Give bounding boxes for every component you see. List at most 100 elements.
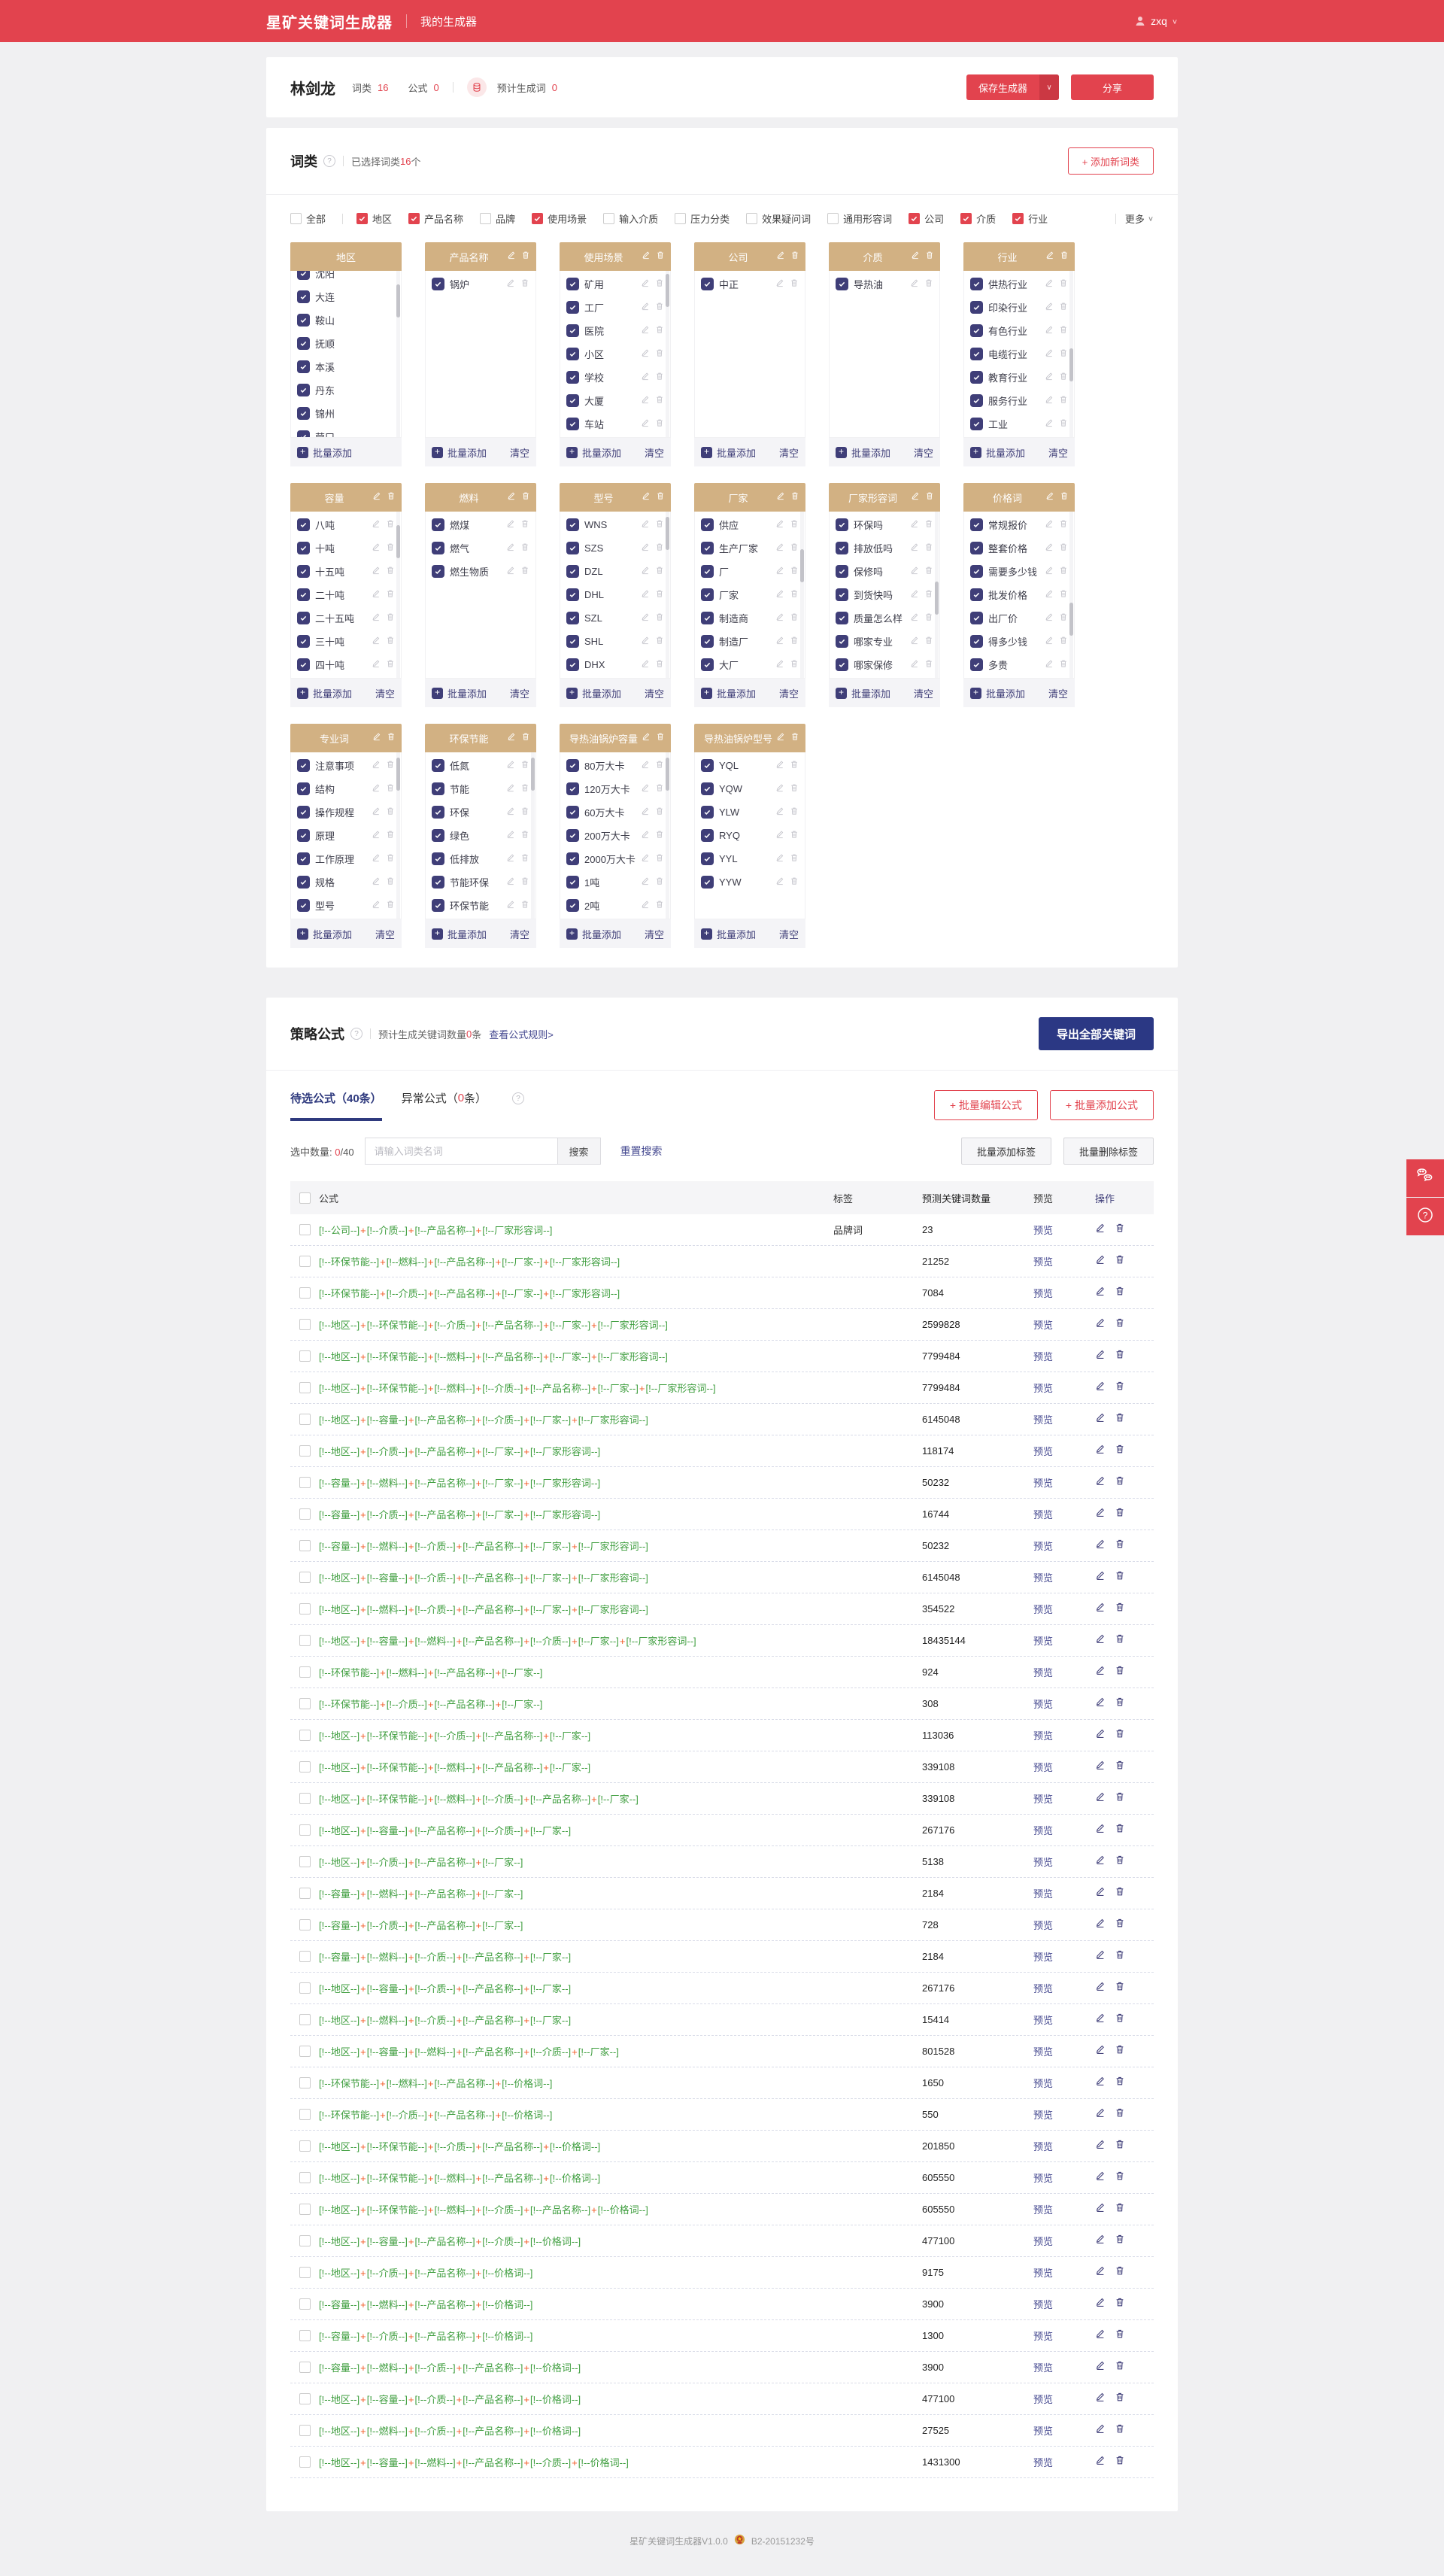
word-checkbox[interactable] xyxy=(566,278,579,290)
edit-icon[interactable] xyxy=(641,782,650,796)
edit-icon[interactable] xyxy=(1095,2392,1106,2406)
edit-icon[interactable] xyxy=(1045,301,1054,314)
save-generator-button[interactable]: 保存生成器 ∨ xyxy=(966,74,1059,100)
edit-icon[interactable] xyxy=(1095,2107,1106,2122)
delete-icon[interactable] xyxy=(521,491,530,504)
edit-icon[interactable] xyxy=(506,899,515,913)
preview-link[interactable]: 预览 xyxy=(1033,1699,1053,1710)
preview-link[interactable]: 预览 xyxy=(1033,1604,1053,1615)
edit-icon[interactable] xyxy=(910,278,919,291)
batch-add-button[interactable]: + 批量添加 xyxy=(297,927,352,941)
delete-icon[interactable] xyxy=(520,852,529,866)
delete-icon[interactable] xyxy=(1115,2107,1125,2122)
edit-icon[interactable] xyxy=(372,588,381,602)
delete-icon[interactable] xyxy=(1115,1949,1125,1964)
delete-icon[interactable] xyxy=(1115,1791,1125,1806)
row-checkbox[interactable] xyxy=(299,2267,311,2278)
delete-icon[interactable] xyxy=(655,658,664,672)
edit-icon[interactable] xyxy=(775,278,784,291)
delete-icon[interactable] xyxy=(1059,588,1068,602)
preview-link[interactable]: 预览 xyxy=(1033,1667,1053,1678)
row-checkbox[interactable] xyxy=(299,1477,311,1488)
edit-icon[interactable] xyxy=(1095,2139,1106,2153)
preview-link[interactable]: 预览 xyxy=(1033,2457,1053,2468)
edit-icon[interactable] xyxy=(1045,612,1054,625)
delete-icon[interactable] xyxy=(1059,348,1068,361)
word-checkbox[interactable] xyxy=(297,829,310,842)
delete-icon[interactable] xyxy=(520,542,529,555)
share-button[interactable]: 分享 xyxy=(1071,74,1154,100)
edit-icon[interactable] xyxy=(776,731,785,745)
edit-icon[interactable] xyxy=(641,542,650,555)
edit-icon[interactable] xyxy=(506,829,515,843)
add-wordclass-button[interactable]: + 添加新词类 xyxy=(1067,147,1154,175)
edit-icon[interactable] xyxy=(641,418,650,431)
filter-checkbox-6[interactable]: 压力分类 xyxy=(675,211,730,226)
delete-icon[interactable] xyxy=(655,759,664,773)
edit-icon[interactable] xyxy=(1045,278,1054,291)
edit-icon[interactable] xyxy=(1095,1539,1106,1553)
delete-icon[interactable] xyxy=(924,565,933,579)
delete-icon[interactable] xyxy=(1115,1475,1125,1490)
delete-icon[interactable] xyxy=(790,635,799,649)
edit-icon[interactable] xyxy=(372,899,381,913)
delete-icon[interactable] xyxy=(1115,2423,1125,2438)
word-checkbox[interactable] xyxy=(566,418,579,430)
delete-icon[interactable] xyxy=(1115,1697,1125,1711)
word-checkbox[interactable] xyxy=(297,271,310,280)
batch-add-button[interactable]: + 批量添加 xyxy=(970,686,1025,700)
formula-rules-link[interactable]: 查看公式规则> xyxy=(489,1027,554,1041)
scrollbar[interactable] xyxy=(396,512,400,678)
word-checkbox[interactable] xyxy=(566,806,579,819)
delete-icon[interactable] xyxy=(1115,1633,1125,1648)
delete-icon[interactable] xyxy=(1059,518,1068,532)
word-checkbox[interactable] xyxy=(701,542,714,554)
clear-button[interactable]: 清空 xyxy=(1048,686,1068,700)
edit-icon[interactable] xyxy=(372,635,381,649)
edit-icon[interactable] xyxy=(1095,1760,1106,1774)
edit-icon[interactable] xyxy=(372,658,381,672)
delete-icon[interactable] xyxy=(1115,2328,1125,2343)
clear-button[interactable]: 清空 xyxy=(510,927,529,941)
edit-icon[interactable] xyxy=(1045,348,1054,361)
preview-link[interactable]: 预览 xyxy=(1033,2173,1053,2184)
delete-icon[interactable] xyxy=(387,491,396,504)
footer-icp[interactable]: B2-20151232号 xyxy=(751,2535,815,2547)
delete-icon[interactable] xyxy=(520,759,529,773)
word-checkbox[interactable] xyxy=(297,360,310,373)
delete-icon[interactable] xyxy=(924,518,933,532)
batch-add-button[interactable]: + 批量添加 xyxy=(701,445,756,460)
edit-icon[interactable] xyxy=(507,250,516,263)
word-checkbox[interactable] xyxy=(297,759,310,772)
word-checkbox[interactable] xyxy=(566,542,579,554)
edit-icon[interactable] xyxy=(1045,371,1054,384)
delete-icon[interactable] xyxy=(1115,2012,1125,2027)
row-checkbox[interactable] xyxy=(299,1319,311,1330)
scrollbar[interactable] xyxy=(396,752,400,919)
delete-icon[interactable] xyxy=(655,301,664,314)
delete-icon[interactable] xyxy=(520,899,529,913)
row-checkbox[interactable] xyxy=(299,1350,311,1362)
word-checkbox[interactable] xyxy=(297,314,310,327)
word-checkbox[interactable] xyxy=(297,290,310,303)
word-checkbox[interactable] xyxy=(297,899,310,912)
delete-icon[interactable] xyxy=(655,348,664,361)
delete-icon[interactable] xyxy=(386,782,395,796)
preview-link[interactable]: 预览 xyxy=(1033,2078,1053,2089)
edit-icon[interactable] xyxy=(1095,2455,1106,2469)
preview-link[interactable]: 预览 xyxy=(1033,2110,1053,2121)
delete-icon[interactable] xyxy=(1115,1886,1125,1900)
edit-icon[interactable] xyxy=(1045,518,1054,532)
word-checkbox[interactable] xyxy=(566,612,579,624)
edit-icon[interactable] xyxy=(776,250,785,263)
delete-icon[interactable] xyxy=(1059,394,1068,408)
delete-icon[interactable] xyxy=(924,658,933,672)
word-checkbox[interactable] xyxy=(970,588,983,601)
word-checkbox[interactable] xyxy=(566,658,579,671)
edit-icon[interactable] xyxy=(642,250,651,263)
word-checkbox[interactable] xyxy=(297,407,310,420)
word-checkbox[interactable] xyxy=(297,658,310,671)
row-checkbox[interactable] xyxy=(299,2330,311,2341)
row-checkbox[interactable] xyxy=(299,2298,311,2310)
word-checkbox[interactable] xyxy=(432,876,444,889)
